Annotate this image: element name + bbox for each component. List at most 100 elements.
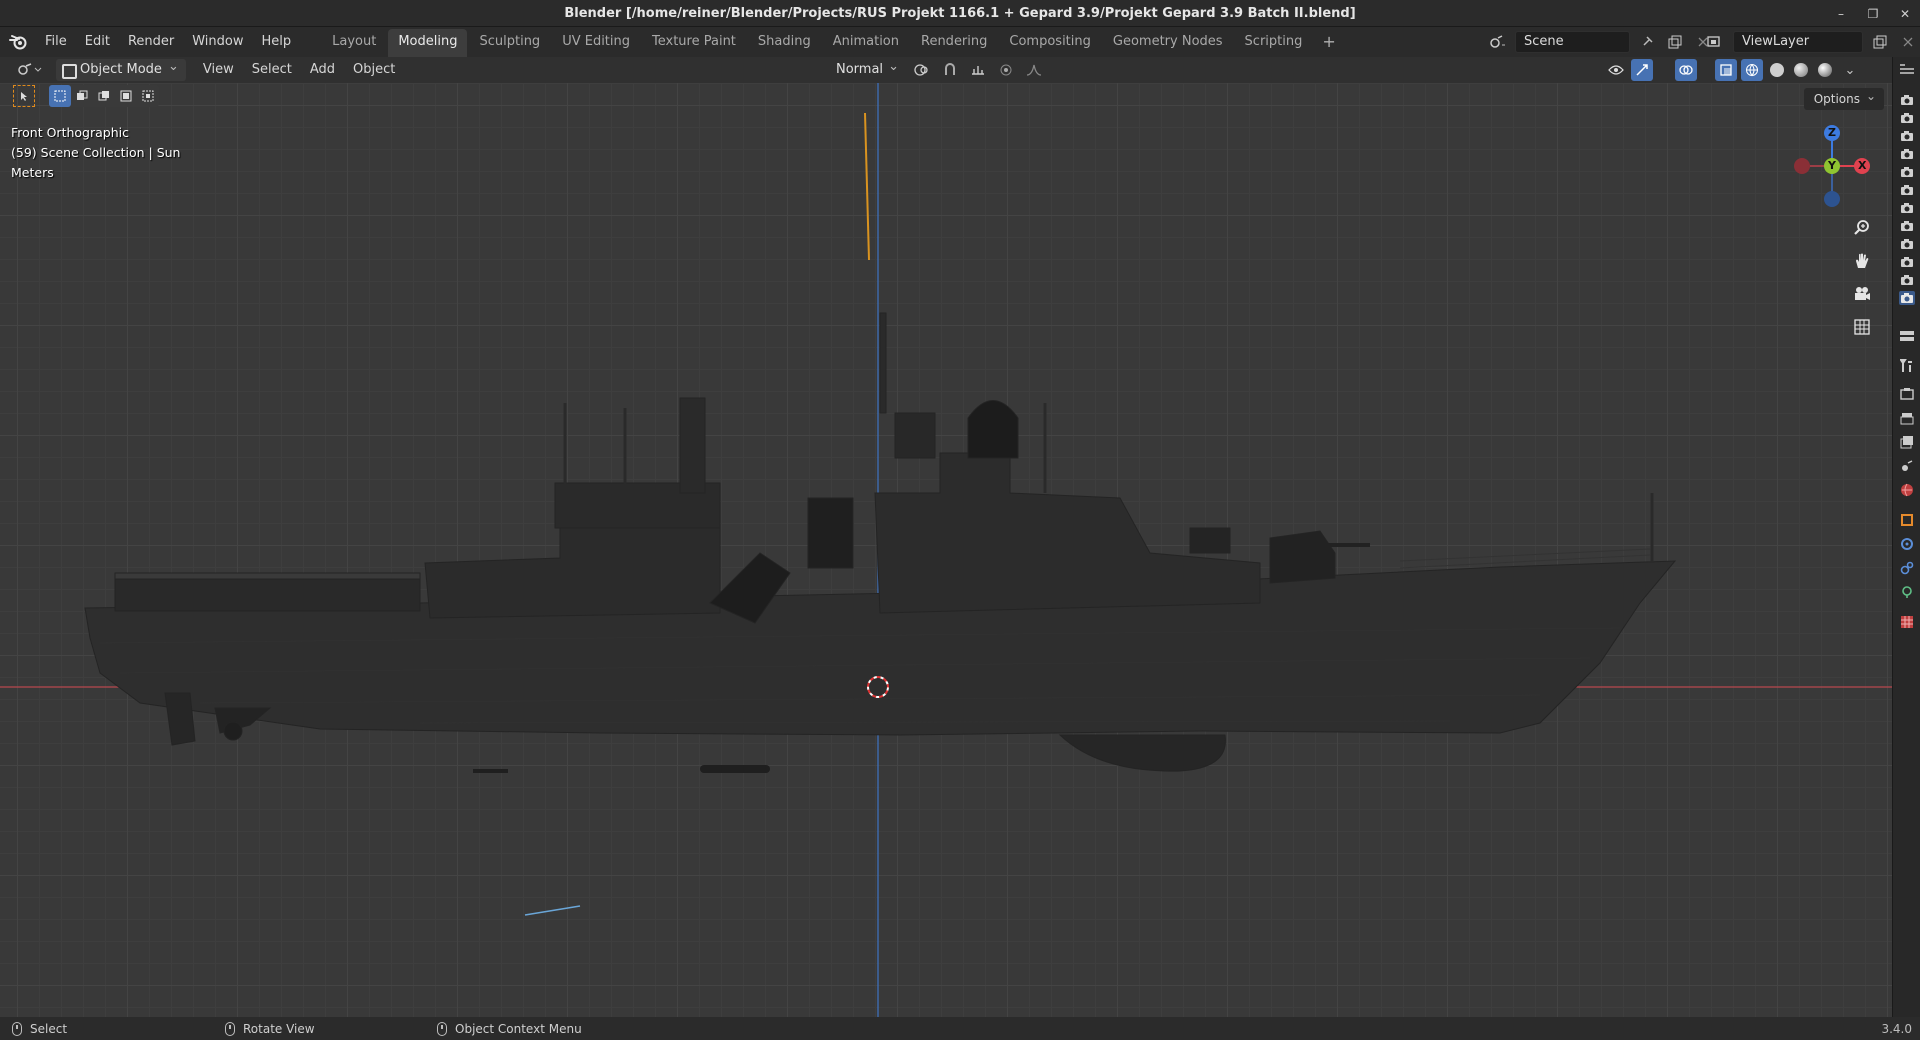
scene-properties-icon[interactable]	[1898, 457, 1916, 475]
tab-texture-paint[interactable]: Texture Paint	[642, 29, 746, 57]
view-layer-browse-icon[interactable]	[1705, 31, 1727, 53]
tab-modeling[interactable]: Modeling	[388, 29, 468, 57]
properties-editor-icon[interactable]	[1898, 327, 1916, 345]
view-layer-name-field[interactable]: ViewLayer	[1733, 31, 1863, 53]
editor-type-icon[interactable]	[8, 59, 52, 81]
gizmo-z-label[interactable]: Z	[1828, 126, 1836, 139]
status-context-menu: Object Context Menu	[437, 1021, 582, 1036]
render-camera-icon[interactable]	[1899, 183, 1915, 197]
camera-view-icon[interactable]	[1848, 280, 1876, 308]
ortho-grid-icon[interactable]	[1848, 313, 1876, 341]
view-layer-properties-icon[interactable]	[1898, 433, 1916, 451]
texture-properties-icon[interactable]	[1898, 613, 1916, 631]
window-controls: – ❐ ✕	[1834, 0, 1912, 27]
xray-toggle-icon[interactable]	[1715, 59, 1737, 81]
material-preview-icon[interactable]	[1794, 63, 1808, 77]
menu-select[interactable]: Select	[243, 57, 301, 83]
overlay-toggle-icon[interactable]	[1675, 59, 1697, 81]
solid-shading-icon[interactable]	[1770, 63, 1784, 77]
gizmo-y-label[interactable]: Y	[1828, 159, 1836, 172]
tab-geometry-nodes[interactable]: Geometry Nodes	[1103, 29, 1233, 57]
window-title: Blender [/home/reiner/Blender/Projects/R…	[564, 5, 1356, 21]
scene-name-field[interactable]: Scene	[1515, 31, 1630, 53]
tool-properties-icon[interactable]	[1898, 357, 1916, 375]
render-camera-icon[interactable]	[1899, 147, 1915, 161]
tab-layout[interactable]: Layout	[322, 29, 386, 57]
version-label: 3.4.0	[1881, 1021, 1912, 1036]
middle-mouse-icon	[225, 1021, 235, 1036]
scene-selector: Scene	[1487, 31, 1714, 53]
tab-animation[interactable]: Animation	[823, 29, 909, 57]
pan-hand-icon[interactable]	[1848, 247, 1876, 275]
viewport-header: Object Mode View Select Add Object Norma…	[0, 56, 1892, 83]
tab-sculpting[interactable]: Sculpting	[469, 29, 550, 57]
wireframe-shading-icon[interactable]	[1741, 59, 1763, 81]
scene-canvas	[0, 83, 1892, 1017]
minimize-icon[interactable]: –	[1834, 7, 1848, 21]
proportional-editing-icon[interactable]	[995, 59, 1017, 81]
tab-compositing[interactable]: Compositing	[999, 29, 1101, 57]
output-properties-icon[interactable]	[1898, 409, 1916, 427]
blue-edge	[524, 905, 581, 916]
transform-tools: Normal	[810, 56, 1045, 81]
render-camera-icon[interactable]	[1899, 165, 1915, 179]
falloff-icon[interactable]	[1023, 59, 1045, 81]
blender-logo-icon[interactable]	[0, 27, 36, 57]
visibility-icon[interactable]	[1605, 59, 1627, 81]
snap-icon[interactable]	[939, 59, 961, 81]
tab-scripting[interactable]: Scripting	[1235, 29, 1313, 57]
3d-viewport[interactable]: Options Front Orthographic (59) Scene Co…	[0, 83, 1892, 1017]
world-properties-icon[interactable]	[1898, 481, 1916, 499]
render-camera-icon[interactable]	[1899, 111, 1915, 125]
render-camera-icon[interactable]	[1899, 129, 1915, 143]
rendered-shading-icon[interactable]	[1818, 63, 1832, 77]
pivot-point-icon[interactable]	[911, 59, 933, 81]
sun-light-line	[864, 112, 870, 261]
scene-browse-icon[interactable]	[1487, 31, 1509, 53]
new-scene-icon[interactable]	[1664, 31, 1686, 53]
render-camera-icon[interactable]	[1899, 237, 1915, 251]
menu-file[interactable]: File	[36, 27, 76, 57]
snap-target-icon[interactable]	[967, 59, 989, 81]
tab-shading[interactable]: Shading	[748, 29, 821, 57]
window-titlebar: Blender [/home/reiner/Blender/Projects/R…	[0, 0, 1920, 27]
new-view-layer-icon[interactable]	[1869, 31, 1891, 53]
transform-orientation-dropdown[interactable]: Normal	[810, 56, 905, 81]
menu-add[interactable]: Add	[301, 57, 344, 83]
outliner-editor-icon[interactable]	[1899, 63, 1915, 77]
outliner-strip	[1892, 57, 1920, 1017]
pin-icon[interactable]	[1636, 31, 1658, 53]
render-camera-icon[interactable]	[1899, 201, 1915, 215]
add-workspace-button[interactable]: +	[1314, 27, 1343, 57]
status-context-label: Object Context Menu	[455, 1021, 582, 1036]
view-layer-selector: ViewLayer	[1705, 31, 1919, 53]
tab-rendering[interactable]: Rendering	[911, 29, 997, 57]
render-camera-icon[interactable]	[1899, 291, 1915, 305]
menu-object[interactable]: Object	[344, 57, 404, 83]
tab-uv-editing[interactable]: UV Editing	[552, 29, 640, 57]
menu-window[interactable]: Window	[183, 27, 252, 57]
render-camera-icon[interactable]	[1899, 219, 1915, 233]
gizmo-toggle-icon[interactable]	[1631, 59, 1653, 81]
maximize-icon[interactable]: ❐	[1866, 7, 1880, 21]
menu-help[interactable]: Help	[253, 27, 301, 57]
render-camera-icon[interactable]	[1899, 255, 1915, 269]
zoom-icon[interactable]	[1848, 214, 1876, 242]
object-properties-icon[interactable]	[1898, 511, 1916, 529]
gizmo-x-label[interactable]: X	[1858, 159, 1866, 172]
render-camera-icon[interactable]	[1899, 93, 1915, 107]
status-rotate: Rotate View	[225, 1021, 315, 1036]
delete-view-layer-icon[interactable]	[1897, 31, 1919, 53]
object-data-properties-icon[interactable]	[1898, 583, 1916, 601]
menu-edit[interactable]: Edit	[76, 27, 119, 57]
render-properties-icon[interactable]	[1898, 385, 1916, 403]
menu-view[interactable]: View	[194, 57, 243, 83]
close-icon[interactable]: ✕	[1898, 7, 1912, 21]
object-mode-dropdown[interactable]: Object Mode	[56, 56, 186, 81]
left-mouse-icon	[12, 1021, 22, 1036]
shading-options-icon[interactable]: ⌄	[1839, 59, 1861, 81]
physics-properties-icon[interactable]	[1898, 559, 1916, 577]
modifier-properties-icon[interactable]	[1898, 535, 1916, 553]
menu-render[interactable]: Render	[119, 27, 183, 57]
render-camera-icon[interactable]	[1899, 273, 1915, 287]
